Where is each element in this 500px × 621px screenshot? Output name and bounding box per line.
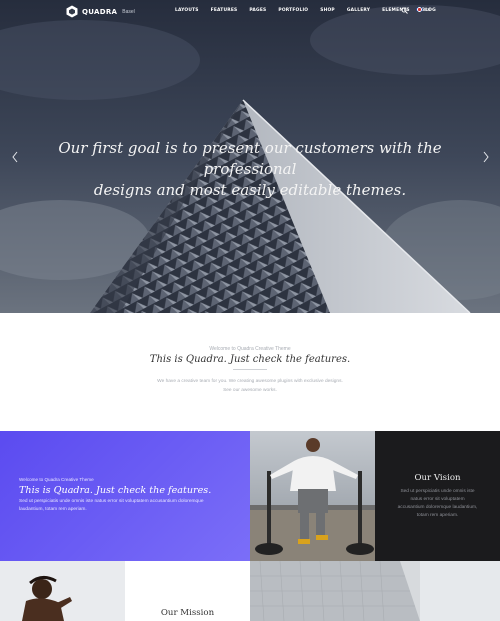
logo-text: QUADRA <box>82 7 118 16</box>
feature-kicker: Welcome to Quadra Creative Theme <box>19 477 94 482</box>
menu-item-shop[interactable]: SHOP <box>320 8 335 13</box>
menu-item-features[interactable]: FEATURES <box>211 8 238 13</box>
search-icon[interactable] <box>401 7 408 14</box>
top-navigation: QUADRA Basel LAYOUTS FEATURES PAGES PORT… <box>0 0 500 24</box>
vision-body-line2: natus error sit voluptatem <box>410 497 465 502</box>
intro-divider <box>233 369 267 370</box>
intro-body-line2[interactable]: See our awesome works. <box>100 386 400 395</box>
menu-item-portfolio[interactable]: PORTFOLIO <box>278 8 308 13</box>
hero-headline-line1: Our first goal is to present our custome… <box>58 139 442 178</box>
intro-kicker: Welcome to Quadra Creative Theme <box>209 346 291 352</box>
feature-panel: Welcome to Quadra Creative Theme This is… <box>0 431 250 561</box>
feature-title: This is Quadra. Just check the features. <box>19 485 212 496</box>
intro-section: Welcome to Quadra Creative Theme This is… <box>0 313 500 431</box>
intro-body: We have a creative team for you. We crea… <box>100 377 400 395</box>
mission-panel: Our Mission <box>125 561 250 621</box>
vision-body-line3: accusantium doloremque laudantium, <box>397 505 478 510</box>
architecture-image <box>250 561 500 621</box>
hero-section: QUADRA Basel LAYOUTS FEATURES PAGES PORT… <box>0 0 500 313</box>
logo-subtext: Basel <box>122 8 135 15</box>
language-selector[interactable]: En <box>416 7 430 12</box>
athlete-pushing-sled-image <box>250 431 375 561</box>
hero-headline-line2: designs and most easily editable themes. <box>93 181 407 199</box>
slider-next-arrow-icon[interactable] <box>482 151 490 163</box>
hero-headline: Our first goal is to present our custome… <box>40 138 460 201</box>
runner-photo <box>0 561 125 621</box>
vision-body-line4: totam rem aperiam. <box>416 513 459 518</box>
menu-item-gallery[interactable]: GALLERY <box>347 8 370 13</box>
architecture-photo <box>250 561 500 621</box>
vision-panel: Our Vision Sed ut perspiciatis unde omni… <box>375 431 500 561</box>
feature-body-line2: laudantium, totam rem aperiam. <box>19 507 87 512</box>
language-label: En <box>425 7 431 12</box>
logo-hexagon-icon <box>66 5 78 18</box>
logo[interactable]: QUADRA Basel <box>66 5 135 18</box>
feature-body-line1: Sed ut perspiciatis unde omnis iste natu… <box>19 499 204 504</box>
runner-image <box>0 561 125 621</box>
slider-prev-arrow-icon[interactable] <box>11 151 19 163</box>
athlete-photo <box>250 431 375 561</box>
vision-body-line1: Sed ut perspiciatis unde omnis iste <box>400 489 475 494</box>
menu-item-pages[interactable]: PAGES <box>249 8 266 13</box>
uk-flag-icon <box>416 7 423 12</box>
vision-title: Our Vision <box>414 473 461 483</box>
menu-item-layouts[interactable]: LAYOUTS <box>175 8 199 13</box>
mission-title: Our Mission <box>160 608 215 618</box>
intro-body-line1: We have a creative team for you. We crea… <box>157 379 343 384</box>
vision-body: Sed ut perspiciatis unde omnis iste natu… <box>389 488 486 520</box>
feature-body: Sed ut perspiciatis unde omnis iste natu… <box>19 498 244 514</box>
intro-title: This is Quadra. Just check the features. <box>149 354 351 365</box>
